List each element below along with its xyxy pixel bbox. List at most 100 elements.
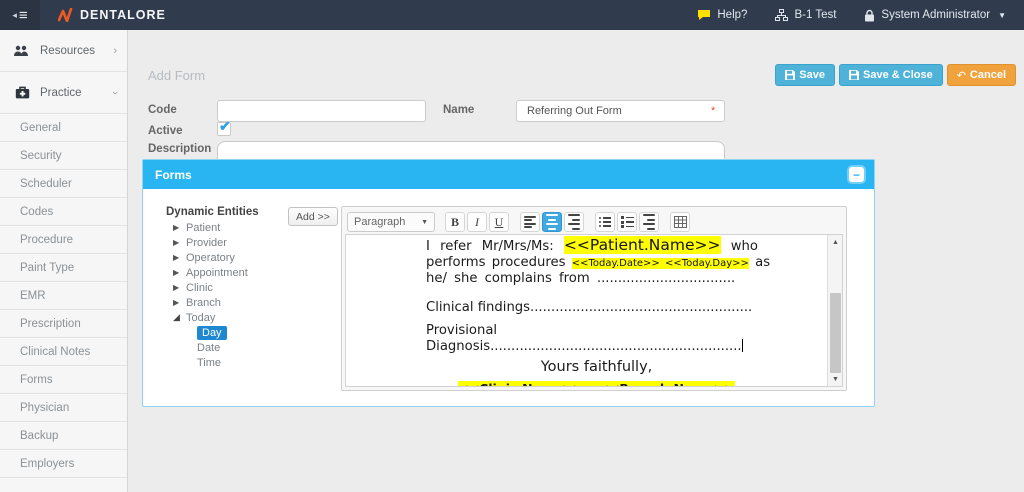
tree-collapsed-icon[interactable]: ▶ — [173, 223, 186, 232]
sidebar-item-practice[interactable]: Practice› — [0, 72, 127, 114]
chat-help-icon — [697, 9, 711, 21]
bullet-list-button[interactable] — [595, 212, 615, 232]
sidebar-item-label: Physician — [20, 402, 69, 414]
tree-expanded-icon[interactable]: ◢ — [173, 312, 186, 323]
brand-name: DENTALORE — [80, 8, 166, 22]
numbered-list-button[interactable] — [617, 212, 637, 232]
scrollbar-thumb[interactable] — [830, 293, 841, 373]
hamburger-icon: ≡ — [19, 8, 28, 23]
editor-line: performs procedures <<Today.Date>> <<Tod… — [426, 255, 767, 272]
align-left-button[interactable] — [520, 212, 540, 232]
top-navbar: ◂ ≡ DENTALORE Help? B-1 Test — [0, 0, 1024, 30]
tree-node-branch[interactable]: ▶Branch — [166, 295, 296, 310]
editor-line: Provisional — [426, 323, 767, 339]
sidebar-item-codes[interactable]: Codes — [0, 198, 127, 226]
chevron-down-icon: ▼ — [998, 11, 1006, 20]
tree-collapsed-icon[interactable]: ▶ — [173, 298, 186, 307]
tree-node-date[interactable]: Date — [166, 340, 296, 355]
italic-button[interactable]: I — [467, 212, 487, 232]
editor-content-area[interactable]: I refer Mr/Mrs/Ms: <<Patient.Name>> whop… — [345, 234, 843, 387]
tree-node-label-selected: Day — [197, 326, 227, 340]
bold-button[interactable]: B — [445, 212, 465, 232]
table-icon — [674, 216, 687, 228]
editor-text-segment: Provisional — [426, 323, 497, 338]
save-close-label: Save & Close — [863, 69, 933, 81]
panel-collapse-button[interactable]: − — [849, 167, 864, 182]
editor-scrollbar[interactable]: ▲ ▼ — [827, 235, 842, 386]
sidebar-item-paint-type[interactable]: Paint Type — [0, 254, 127, 282]
tree-node-time[interactable]: Time — [166, 355, 296, 370]
editor-text-segment: Yours faithfully, — [541, 359, 653, 375]
sidebar-item-physician[interactable]: Physician — [0, 394, 127, 422]
floppy-disk-icon — [849, 70, 859, 80]
sidebar-item-label: Prescription — [20, 318, 81, 330]
chevron-right-icon: › — [113, 45, 117, 57]
chevron-down-icon: › — [109, 91, 121, 95]
tree-node-patient[interactable]: ▶Patient — [166, 220, 296, 235]
sidebar-nav: Resources›Practice›GeneralSecuritySchedu… — [0, 30, 128, 492]
add-entity-button[interactable]: Add >> — [288, 207, 338, 226]
sitemap-icon — [775, 9, 788, 21]
sidebar-toggle-button[interactable]: ◂ ≡ — [0, 0, 40, 30]
merge-token: – — [584, 381, 599, 388]
bullet-list-icon — [599, 215, 612, 229]
align-right-button[interactable] — [564, 212, 584, 232]
tree-node-provider[interactable]: ▶Provider — [166, 235, 296, 250]
align-center-icon — [546, 212, 558, 231]
users-icon — [12, 45, 32, 57]
sidebar-item-clinical-notes[interactable]: Clinical Notes — [0, 338, 127, 366]
tree-collapsed-icon[interactable]: ▶ — [173, 253, 186, 262]
tree-node-today[interactable]: ◢Today — [166, 310, 296, 325]
sidebar-item-employers[interactable]: Employers — [0, 450, 127, 478]
text-cursor — [742, 339, 743, 352]
sidebar-item-prescription[interactable]: Prescription — [0, 310, 127, 338]
name-input[interactable] — [516, 100, 725, 122]
sidebar-item-scheduler[interactable]: Scheduler — [0, 170, 127, 198]
align-center-button[interactable] — [542, 212, 562, 232]
help-menu[interactable]: Help? — [697, 9, 747, 21]
branch-selector[interactable]: B-1 Test — [775, 9, 836, 21]
user-menu[interactable]: System Administrator ▼ — [864, 9, 1006, 22]
tree-node-appointment[interactable]: ▶Appointment — [166, 265, 296, 280]
tree-collapsed-icon[interactable]: ▶ — [173, 268, 186, 277]
insert-table-button[interactable] — [670, 212, 690, 232]
scroll-down-icon[interactable]: ▼ — [828, 372, 843, 386]
sidebar-item-backup[interactable]: Backup — [0, 422, 127, 450]
sidebar-item-procedure[interactable]: Procedure — [0, 226, 127, 254]
paragraph-style-select[interactable]: Paragraph ▼ — [347, 212, 435, 232]
tree-node-label: Patient — [186, 222, 220, 234]
save-and-close-button[interactable]: Save & Close — [839, 64, 943, 86]
align-left-icon — [524, 215, 536, 230]
tree-collapsed-icon[interactable]: ▶ — [173, 283, 186, 292]
cancel-button[interactable]: ↶ Cancel — [947, 64, 1016, 86]
sidebar-item-label: Backup — [20, 430, 58, 442]
sidebar-item-security[interactable]: Security — [0, 142, 127, 170]
active-checkbox[interactable]: ✔ — [217, 122, 231, 136]
sidebar-item-forms[interactable]: Forms — [0, 366, 127, 394]
scroll-up-icon[interactable]: ▲ — [828, 235, 843, 249]
tree-node-clinic[interactable]: ▶Clinic — [166, 280, 296, 295]
app-logo[interactable]: DENTALORE — [58, 8, 166, 22]
tree-node-operatory[interactable]: ▶Operatory — [166, 250, 296, 265]
sidebar-item-accounting[interactable]: $Accounting› — [0, 478, 127, 492]
merge-token: <<Patient.Name>> — [564, 236, 721, 254]
editor-text-segment: who — [721, 239, 758, 254]
help-label: Help? — [717, 9, 747, 21]
align-right-icon — [568, 212, 580, 231]
indent-button[interactable] — [639, 212, 659, 232]
tree-collapsed-icon[interactable]: ▶ — [173, 238, 186, 247]
sidebar-item-emr[interactable]: EMR — [0, 282, 127, 310]
tree-node-label: Date — [197, 342, 220, 354]
required-asterisk: * — [711, 105, 715, 117]
code-input[interactable] — [217, 100, 426, 122]
sidebar-item-resources[interactable]: Resources› — [0, 30, 127, 72]
sidebar-item-label: Forms — [20, 374, 53, 386]
collapse-arrow-icon: ◂ — [12, 10, 17, 21]
sidebar-item-general[interactable]: General — [0, 114, 127, 142]
tree-node-day[interactable]: Day — [166, 325, 296, 340]
editor-toolbar: Paragraph ▼ B I U — [345, 210, 843, 234]
save-button[interactable]: Save — [775, 64, 835, 86]
editor-text-segment: I refer Mr/Mrs/Ms: — [426, 239, 564, 254]
underline-button[interactable]: U — [489, 212, 509, 232]
editor-document[interactable]: I refer Mr/Mrs/Ms: <<Patient.Name>> whop… — [346, 235, 827, 386]
